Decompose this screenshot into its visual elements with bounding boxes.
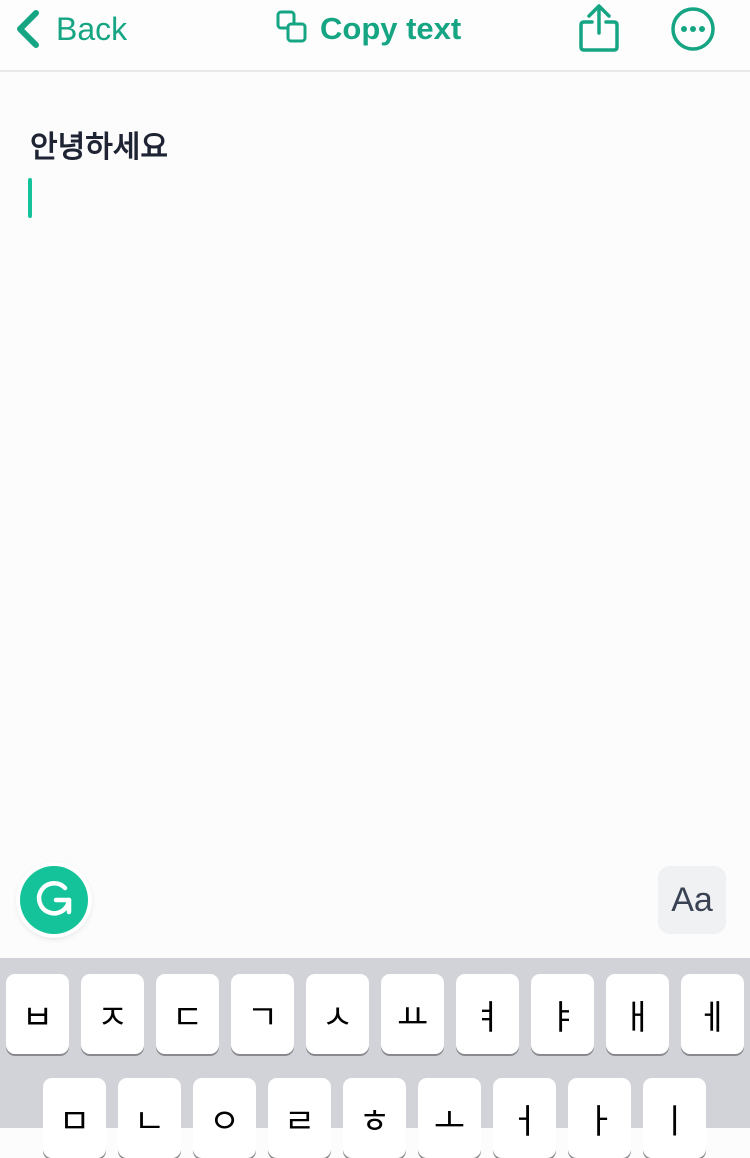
- korean-keyboard: ㅂ ㅈ ㄷ ㄱ ㅅ ㅛ ㅕ ㅑ ㅐ ㅔ ㅁ ㄴ ㅇ ㄹ ㅎ ㅗ ㅓ ㅏ ㅣ: [0, 958, 750, 1158]
- top-navigation-bar: Back Copy text: [0, 0, 750, 72]
- text-cursor: [28, 178, 32, 218]
- key[interactable]: ㅎ: [343, 1078, 406, 1158]
- key[interactable]: ㄹ: [268, 1078, 331, 1158]
- key[interactable]: ㅔ: [681, 974, 744, 1054]
- key[interactable]: ㅣ: [643, 1078, 706, 1158]
- key[interactable]: ㅅ: [306, 974, 369, 1054]
- key[interactable]: ㄴ: [118, 1078, 181, 1158]
- copy-text-button[interactable]: Copy text: [276, 0, 461, 58]
- chevron-left-icon: [14, 9, 42, 49]
- key[interactable]: ㄱ: [231, 974, 294, 1054]
- key[interactable]: ㅕ: [456, 974, 519, 1054]
- key[interactable]: ㅑ: [531, 974, 594, 1054]
- key[interactable]: ㅁ: [43, 1078, 106, 1158]
- font-format-button[interactable]: Aa: [658, 866, 726, 934]
- key[interactable]: ㅛ: [381, 974, 444, 1054]
- key[interactable]: ㄷ: [156, 974, 219, 1054]
- key[interactable]: ㅗ: [418, 1078, 481, 1158]
- back-button[interactable]: Back: [14, 0, 127, 58]
- document-text[interactable]: 안녕하세요: [30, 122, 168, 166]
- more-options-button[interactable]: [670, 6, 716, 57]
- key[interactable]: ㅂ: [6, 974, 69, 1054]
- key[interactable]: ㅐ: [606, 974, 669, 1054]
- key[interactable]: ㅏ: [568, 1078, 631, 1158]
- grammarly-icon: [32, 876, 76, 925]
- key[interactable]: ㅇ: [193, 1078, 256, 1158]
- copy-icon: [276, 10, 308, 49]
- more-icon: [670, 7, 716, 56]
- back-label: Back: [56, 10, 128, 47]
- copy-text-label: Copy text: [320, 11, 462, 46]
- key[interactable]: ㅈ: [81, 974, 144, 1054]
- share-icon: [578, 4, 620, 57]
- key[interactable]: ㅓ: [493, 1078, 556, 1158]
- share-button[interactable]: [578, 3, 620, 58]
- grammarly-button[interactable]: [20, 866, 88, 934]
